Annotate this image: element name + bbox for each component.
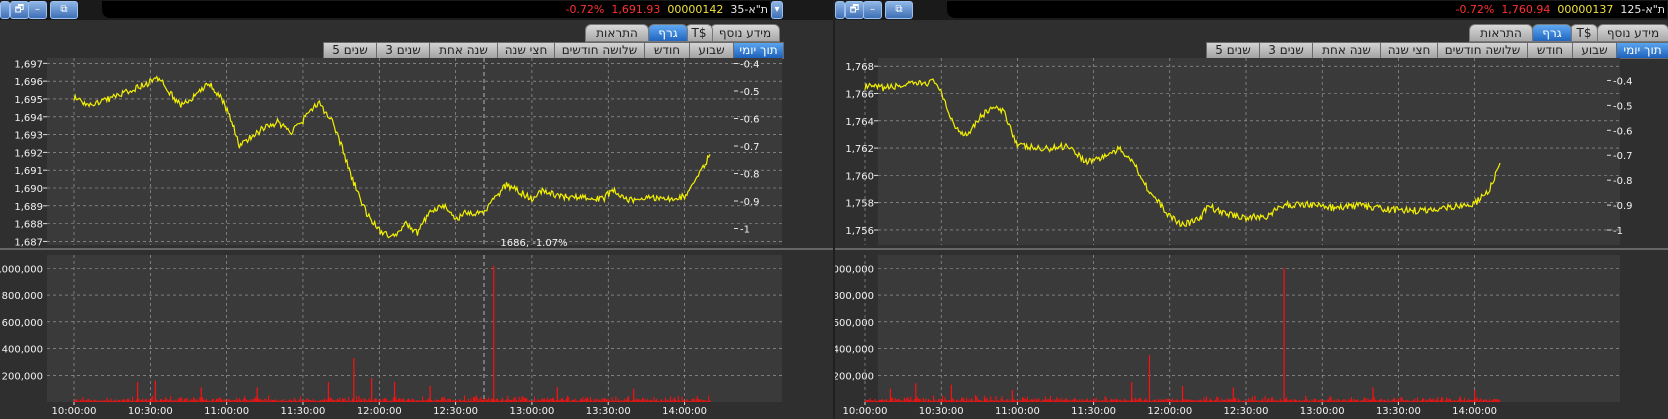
price-tick-label: 1,697 (14, 59, 43, 70)
time-tick-label: 13:00:00 (1300, 406, 1345, 417)
pct-tick-label: -0.4 (740, 60, 760, 71)
pct-tick-label: -0.6 (1613, 126, 1633, 137)
price-tick-label: 1,760 (845, 171, 874, 182)
time-tick-label: 14:00:00 (1452, 406, 1497, 417)
price-tick-label: 1,690 (14, 184, 43, 195)
time-tick-label: 12:00:00 (357, 406, 402, 417)
time-tick-label: 11:30:00 (280, 406, 325, 417)
pct-tick-label: -1 (740, 225, 750, 236)
price-tick-label: 1,762 (845, 144, 874, 155)
left-index-panel: 🗗 – ⧉ -0.72% 1,691.93 ת"א-35 00000142 ▾ … (0, 0, 833, 419)
time-tick-label: 10:30:00 (128, 406, 173, 417)
pct-tick-label: -0.9 (740, 197, 760, 208)
pct-tick-label: -1 (1613, 226, 1623, 237)
price-tick-label: 1,768 (845, 62, 874, 73)
volume-tick-label: 600,000 (835, 318, 874, 329)
volume-plot-area (878, 255, 1620, 402)
volume-tick-label: 400,000 (2, 345, 43, 356)
time-tick-label: 11:30:00 (1071, 406, 1116, 417)
chart-svg[interactable]: 1,697 1,696 1,695 1,694 1,693 1,692 1,691 1,690… (0, 0, 833, 419)
pct-tick-label: -0.9 (1613, 201, 1633, 212)
chart-svg[interactable]: 1,768 1,766 1,764 1,762 1,760 1,758 1,756 -0.4 -… (835, 0, 1668, 419)
pct-tick-label: -0.5 (740, 87, 760, 98)
price-plot-area (47, 58, 782, 245)
price-tick-label: 1,694 (14, 113, 43, 124)
volume-plot-area (47, 255, 782, 402)
price-tick-label: 1,693 (14, 131, 43, 142)
volume-tick-label: 400,000 (835, 345, 874, 356)
volume-tick-label: 1,000,000 (835, 264, 874, 275)
price-tick-label: 1,691 (14, 166, 43, 177)
price-tick-label: 1,689 (14, 202, 43, 213)
pct-tick-label: -0.4 (1613, 76, 1633, 87)
time-tick-label: 11:00:00 (995, 406, 1040, 417)
volume-tick-label: 200,000 (2, 371, 43, 382)
pct-tick-label: -0.8 (1613, 176, 1633, 187)
time-tick-label: 12:30:00 (1224, 406, 1269, 417)
price-tick-label: 1,692 (14, 148, 43, 159)
price-tick-label: 1,687 (14, 237, 43, 248)
volume-tick-label: 800,000 (835, 291, 874, 302)
time-tick-label: 12:30:00 (433, 406, 478, 417)
time-tick-label: 14:00:00 (662, 406, 707, 417)
time-tick-label: 13:00:00 (509, 406, 554, 417)
price-tick-label: 1,688 (14, 220, 43, 231)
price-tick-label: 1,764 (845, 117, 874, 128)
crosshair-readout: 1686, -1.07% (500, 238, 567, 249)
price-tick-label: 1,695 (14, 95, 43, 106)
price-tick-label: 1,766 (845, 89, 874, 100)
time-tick-label: 10:00:00 (52, 406, 97, 417)
right-index-panel: 🗗 – ⧉ -0.72% 1,760.94 ת"א-125 00000137 מ… (835, 0, 1668, 419)
time-tick-label: 11:00:00 (204, 406, 249, 417)
price-tick-label: 1,696 (14, 77, 43, 88)
pct-tick-label: -0.6 (740, 115, 760, 126)
time-tick-label: 13:30:00 (1376, 406, 1421, 417)
pct-tick-label: -0.7 (1613, 151, 1633, 162)
time-tick-label: 10:30:00 (919, 406, 964, 417)
time-tick-label: 13:30:00 (586, 406, 631, 417)
volume-tick-label: 200,000 (835, 371, 874, 382)
pct-tick-label: -0.8 (740, 170, 760, 181)
volume-tick-label: 800,000 (2, 291, 43, 302)
price-tick-label: 1,758 (845, 199, 874, 210)
time-tick-label: 12:00:00 (1147, 406, 1192, 417)
price-tick-label: 1,756 (845, 226, 874, 237)
pct-tick-label: -0.7 (740, 142, 760, 153)
volume-tick-label: 600,000 (2, 318, 43, 329)
pct-tick-label: -0.5 (1613, 101, 1633, 112)
volume-tick-label: 1,000,000 (0, 264, 43, 275)
time-tick-label: 10:00:00 (843, 406, 888, 417)
